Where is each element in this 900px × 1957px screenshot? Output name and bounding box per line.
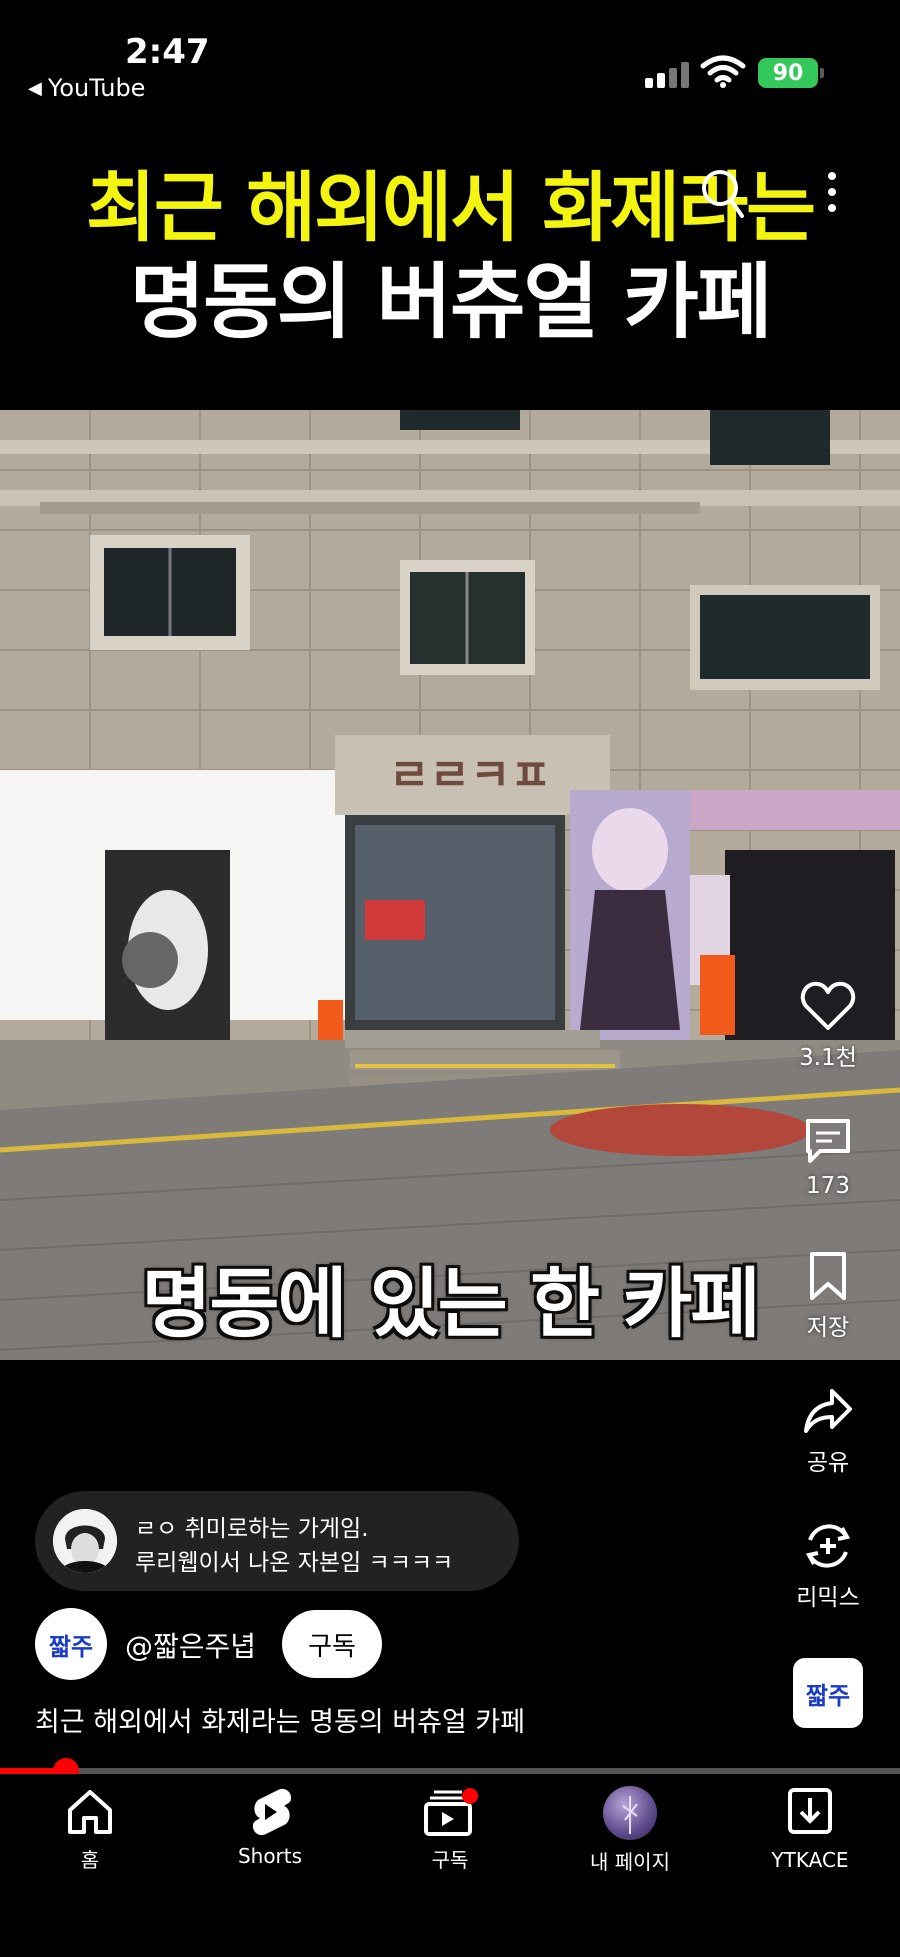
- sound-thumbnail-text: 짧주: [805, 1681, 851, 1710]
- nav-my-page-label: 내 페이지: [590, 1850, 670, 1874]
- channel-handle[interactable]: @짧은주녑: [125, 1625, 256, 1665]
- channel-avatar[interactable]: 짧주: [35, 1608, 107, 1680]
- comment-count: 173: [806, 1173, 850, 1199]
- comments-button[interactable]: 173: [768, 1115, 888, 1199]
- save-button[interactable]: 저장: [768, 1250, 888, 1342]
- top-comment-preview[interactable]: ㄹㅇ 취미로하는 가게임. 루리웹이서 나온 자본임 ㅋㅋㅋㅋ: [35, 1491, 519, 1591]
- nav-shorts[interactable]: Shorts: [200, 1786, 340, 1868]
- like-button[interactable]: 3.1천: [768, 980, 888, 1072]
- sound-thumbnail[interactable]: 짧주: [793, 1658, 863, 1728]
- save-label: 저장: [806, 1315, 850, 1341]
- back-app-label: YouTube: [47, 74, 146, 102]
- heart-icon: [800, 981, 856, 1030]
- home-icon: [68, 1790, 112, 1834]
- video-caption: 명동에 있는 한 카페: [141, 1259, 761, 1348]
- nav-download-label: YTKACE: [771, 1848, 849, 1872]
- battery-indicator: 90: [758, 58, 824, 88]
- profile-avatar: [603, 1786, 657, 1840]
- remix-icon: [805, 1524, 851, 1568]
- nav-home[interactable]: 홈: [20, 1786, 160, 1873]
- nav-home-label: 홈: [80, 1848, 100, 1872]
- nav-shorts-label: Shorts: [237, 1844, 303, 1868]
- cellular-signal-icon: [645, 62, 689, 88]
- commenter-avatar: [53, 1509, 117, 1573]
- back-to-app-link[interactable]: ◀ YouTube: [28, 74, 145, 102]
- status-bar: 2:47 ◀ YouTube 90: [0, 0, 900, 115]
- channel-avatar-text: 짧주: [48, 1632, 94, 1661]
- search-icon[interactable]: [700, 168, 746, 220]
- remix-button[interactable]: 리믹스: [768, 1520, 888, 1612]
- back-arrow-icon: ◀: [28, 77, 42, 99]
- nav-my-page[interactable]: 내 페이지: [560, 1786, 700, 1875]
- status-time: 2:47: [125, 32, 210, 72]
- subscribe-button[interactable]: 구독: [282, 1610, 382, 1678]
- more-options-icon[interactable]: [820, 170, 844, 222]
- comment-icon: [806, 1119, 850, 1163]
- share-label: 공유: [806, 1450, 850, 1476]
- title-line-1: 최근 해외에서 화제라는: [85, 163, 816, 252]
- wifi-icon: [700, 55, 746, 88]
- comment-text-line-2: 루리웹이서 나온 자본임 ㅋㅋㅋㅋ: [135, 1550, 454, 1576]
- comment-text-line-1: ㄹㅇ 취미로하는 가게임.: [135, 1516, 369, 1542]
- download-icon: [788, 1788, 832, 1834]
- shorts-icon: [252, 1788, 292, 1836]
- battery-level: 90: [772, 60, 804, 86]
- svg-text:ㄹㄹㅋㅍ: ㄹㄹㅋㅍ: [389, 750, 551, 801]
- bookmark-icon: [810, 1252, 846, 1300]
- subscriptions-icon: [424, 1788, 478, 1836]
- nav-subscriptions-label: 구독: [431, 1848, 469, 1872]
- share-button[interactable]: 공유: [768, 1385, 888, 1477]
- video-title-overlay: 최근 해외에서 화제라는 명동의 버츄얼 카페: [0, 170, 900, 344]
- bottom-navigation: 홈 Shorts 구독 내 페이지 YTKACE: [0, 1774, 900, 1957]
- video-description[interactable]: 최근 해외에서 화제라는 명동의 버츄얼 카페: [35, 1700, 525, 1739]
- remix-label: 리믹스: [796, 1585, 860, 1611]
- nav-subscriptions[interactable]: 구독: [380, 1786, 520, 1873]
- title-line-2: 명동의 버츄얼 카페: [129, 255, 773, 350]
- video-player[interactable]: ㄹㄹㅋㅍ 명동에 있는 한 카페: [0, 410, 900, 1360]
- share-icon: [804, 1389, 852, 1433]
- video-scene: ㄹㄹㅋㅍ: [0, 410, 900, 1360]
- like-count: 3.1천: [799, 1045, 857, 1071]
- nav-download[interactable]: YTKACE: [740, 1786, 880, 1872]
